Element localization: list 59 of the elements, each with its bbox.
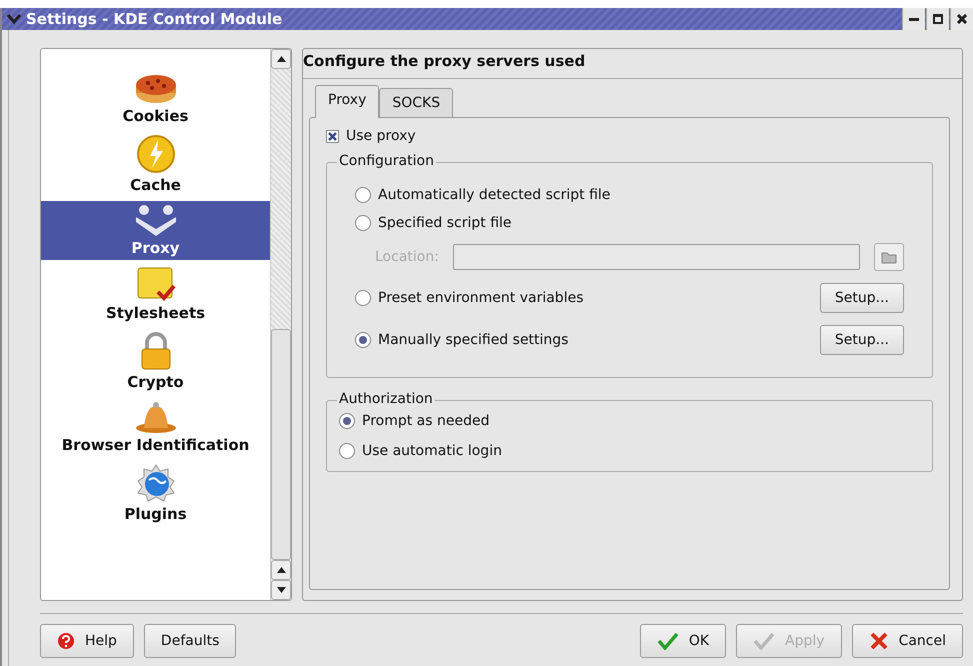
menu-icon [6,12,22,26]
dialog-button[interactable]: Defaults [144,624,236,658]
radio-label: Manually specified settings [378,332,570,348]
tab[interactable]: Proxy [315,85,380,118]
help-icon [57,632,75,650]
css-file-icon [136,266,176,302]
padlock-icon [138,331,172,371]
scroll-up-button[interactable] [271,49,291,69]
hat-icon [134,400,178,434]
lightning-icon [136,134,176,174]
radio-label: Preset environment variables [378,290,584,306]
minimize-button[interactable] [902,8,925,30]
radio-button[interactable] [339,443,355,459]
sidebar-item[interactable]: Cookies [41,69,270,128]
group-title: Configuration [337,153,436,169]
tab[interactable]: SOCKS [379,88,454,117]
up-arrow-icon [276,56,286,62]
maximize-icon [933,14,943,24]
dialog-button[interactable]: OK [640,624,726,658]
window-title: Settings - KDE Control Module [26,10,284,28]
up-arrow-icon [276,567,286,573]
sidebar-item[interactable]: Plugins [41,461,270,526]
close-icon [957,14,967,24]
dialog-button[interactable]: Cancel [852,624,963,658]
radio-label: Prompt as needed [362,413,490,429]
sidebar-item[interactable]: Crypto [41,329,270,394]
cross-icon [868,631,889,651]
radio-button[interactable] [355,187,371,203]
checkbox[interactable] [326,130,339,142]
radio-button[interactable] [355,290,371,306]
folder-icon [881,250,897,264]
radio-button[interactable] [339,413,355,429]
check-icon [656,632,679,650]
minimize-icon [909,18,919,20]
radio-label: Automatically detected script file [378,187,612,203]
checkbox-label: Use proxy [346,128,416,144]
setup-button[interactable]: Setup... [820,283,904,313]
setup-button[interactable]: Setup... [820,325,904,355]
close-button[interactable] [950,8,973,30]
globe-gear-icon [136,463,176,503]
field-label: Location: [375,249,439,265]
radio-label: Use automatic login [362,443,502,459]
radio-label: Specified script file [378,215,513,231]
radio-button[interactable] [355,332,371,348]
dialog-button[interactable]: Help [40,624,134,658]
scroll-thumb[interactable] [271,329,291,560]
scroll-up-button[interactable] [271,560,291,580]
panel-heading: Configure the proxy servers used [303,49,962,79]
maximize-button[interactable] [926,8,949,30]
scroll-down-button[interactable] [271,580,291,600]
sidebar-item[interactable]: Browser Identification [41,398,270,457]
sidebar-item[interactable]: Stylesheets [41,264,270,325]
scrollbar[interactable] [270,49,291,600]
sidebar-item[interactable]: Proxy [41,201,270,260]
x-mark-icon [328,132,337,140]
down-arrow-icon [276,587,286,593]
radio-button[interactable] [355,215,371,231]
check-icon [753,632,776,650]
sidebar-item[interactable]: Cache [41,132,270,197]
